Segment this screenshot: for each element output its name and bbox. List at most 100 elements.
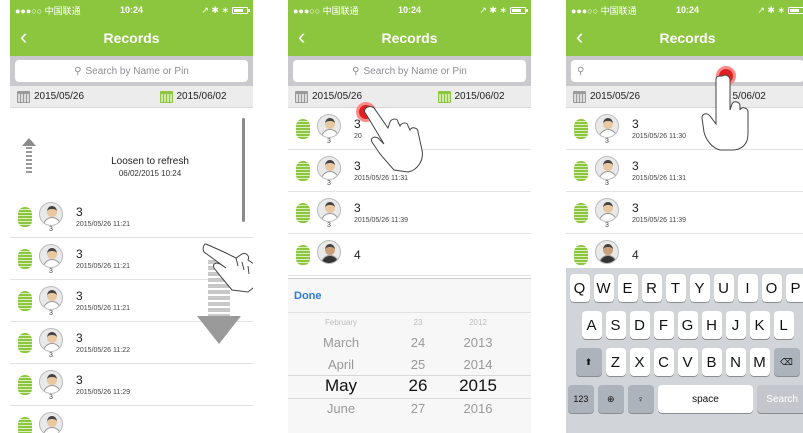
table-row[interactable] xyxy=(10,406,253,433)
end-date-button[interactable]: 2015/06/02 xyxy=(410,90,532,103)
key-f[interactable]: F xyxy=(653,311,674,339)
picker-option[interactable]: 27 xyxy=(411,397,425,419)
picker-wheels[interactable]: February March April May June 23 24 25 2… xyxy=(288,313,531,433)
space-key[interactable]: space xyxy=(657,385,754,413)
picker-option[interactable]: 23 xyxy=(414,313,423,331)
key-m[interactable]: M xyxy=(749,348,770,376)
picker-option[interactable]: 25 xyxy=(411,353,425,375)
avatar: 3 xyxy=(595,155,621,187)
search-icon: ⚲ xyxy=(74,65,82,77)
key-o[interactable]: O xyxy=(761,274,782,302)
fingerprint-icon xyxy=(18,332,32,353)
picker-option[interactable]: March xyxy=(323,331,359,353)
key-r[interactable]: R xyxy=(641,274,662,302)
end-date-button[interactable]: 2015/06/02 xyxy=(132,90,254,103)
key-a[interactable]: A xyxy=(581,311,602,339)
table-row[interactable]: 3 3 2015/05/26 11:29 xyxy=(10,364,253,406)
key-i[interactable]: I xyxy=(737,274,758,302)
start-date-button[interactable]: 2015/05/26 xyxy=(10,90,132,103)
month-wheel[interactable]: February March April May June xyxy=(306,313,376,433)
key-l[interactable]: L xyxy=(773,311,794,339)
key-n[interactable]: N xyxy=(725,348,746,376)
key-d[interactable]: D xyxy=(629,311,650,339)
table-row[interactable]: 3 3 2015/05/26 11:39 xyxy=(566,192,803,234)
fingerprint-icon xyxy=(18,290,32,311)
calendar-icon xyxy=(573,90,586,103)
fingerprint-icon xyxy=(296,244,310,265)
key-t[interactable]: T xyxy=(665,274,686,302)
key-e[interactable]: E xyxy=(617,274,638,302)
back-chevron-icon[interactable]: ‹ xyxy=(298,26,305,48)
back-chevron-icon[interactable]: ‹ xyxy=(20,26,27,48)
picker-option[interactable]: June xyxy=(327,397,355,419)
key-u[interactable]: U xyxy=(713,274,734,302)
calendar-icon xyxy=(437,90,451,103)
table-row[interactable]: 3 3 2015/05/26 11:30 xyxy=(566,108,803,150)
avatar: 3 xyxy=(39,327,65,359)
record-time: 2015/05/26 11:31 xyxy=(632,175,686,182)
key-g[interactable]: G xyxy=(677,311,698,339)
key-s[interactable]: S xyxy=(605,311,626,339)
on-screen-keyboard[interactable]: Q W E R T Y U I O P A S D F G H J K L ⬆ … xyxy=(566,268,803,433)
battery-icon xyxy=(788,6,803,14)
search-input-focused[interactable]: ⚲ xyxy=(571,60,803,82)
delete-key-icon[interactable]: ⌫ xyxy=(773,348,800,376)
status-bar: ●●●○○ 中国联通 10:24 ↗ ✱ ∗ xyxy=(10,0,253,20)
key-h[interactable]: H xyxy=(701,311,722,339)
key-x[interactable]: X xyxy=(629,348,650,376)
key-v[interactable]: V xyxy=(677,348,698,376)
table-row[interactable]: 4 xyxy=(288,234,531,276)
start-date-button[interactable]: 2015/05/26 xyxy=(288,90,410,103)
start-date-button[interactable]: 2015/05/26 xyxy=(566,90,688,103)
record-name: 3 xyxy=(632,201,639,215)
search-input[interactable]: ⚲ Search by Name or Pin xyxy=(15,60,248,82)
key-q[interactable]: Q xyxy=(569,274,590,302)
picker-option[interactable]: February xyxy=(325,313,357,331)
picker-option[interactable]: 2013 xyxy=(464,331,493,353)
picker-option-selected[interactable]: 2015 xyxy=(459,375,497,397)
key-c[interactable]: C xyxy=(653,348,674,376)
search-key[interactable]: Search xyxy=(757,385,803,413)
globe-key-icon[interactable]: ⊕ xyxy=(597,385,624,413)
date-picker[interactable]: Done February March April May June 23 24… xyxy=(288,278,531,433)
shift-key-icon[interactable]: ⬆ xyxy=(575,348,602,376)
key-y[interactable]: Y xyxy=(689,274,710,302)
picker-option-selected[interactable]: 26 xyxy=(409,375,428,397)
date-range-bar: 2015/05/26 5/06/02 xyxy=(566,86,803,108)
key-z[interactable]: Z xyxy=(605,348,626,376)
picker-option[interactable]: 2012 xyxy=(469,313,487,331)
numbers-key[interactable]: 123 xyxy=(567,385,594,413)
pull-to-refresh-area: Loosen to refresh 06/02/2015 10:24 xyxy=(10,108,253,196)
record-time: 2015/05/26 11:21 xyxy=(76,221,130,228)
refresh-up-arrow-icon xyxy=(22,138,36,176)
picker-option[interactable]: April xyxy=(328,353,354,375)
table-row[interactable]: 3 3 2015/05/26 11:31 xyxy=(566,150,803,192)
picker-option-selected[interactable]: May xyxy=(325,375,357,397)
record-pin: 3 xyxy=(327,221,331,229)
phone-screen-pull-to-refresh: ●●●○○ 中国联通 10:24 ↗ ✱ ∗ ‹ Records ⚲ Searc… xyxy=(10,0,253,433)
key-p[interactable]: P xyxy=(785,274,803,302)
year-wheel[interactable]: 2012 2013 2014 2015 2016 xyxy=(448,313,508,433)
start-date-label: 2015/05/26 xyxy=(590,91,641,102)
fingerprint-icon xyxy=(18,416,32,433)
search-input[interactable]: ⚲ Search by Name or Pin xyxy=(293,60,526,82)
hand-gesture-icon xyxy=(202,243,253,293)
table-row[interactable]: 3 3 2015/05/26 11:39 xyxy=(288,192,531,234)
record-name: 4 xyxy=(354,247,361,262)
picker-option[interactable]: 24 xyxy=(411,331,425,353)
microphone-key-icon[interactable]: ♀ xyxy=(627,385,654,413)
key-b[interactable]: B xyxy=(701,348,722,376)
done-button[interactable]: Done xyxy=(294,290,322,302)
key-j[interactable]: J xyxy=(725,311,746,339)
record-time: 2015/05/26 11:21 xyxy=(76,305,130,312)
day-wheel[interactable]: 23 24 25 26 27 xyxy=(398,313,438,433)
picker-option[interactable]: 2016 xyxy=(464,397,493,419)
back-chevron-icon[interactable]: ‹ xyxy=(576,26,583,48)
record-time: 2015/05/26 11:39 xyxy=(354,217,408,224)
picker-option[interactable]: 2014 xyxy=(464,353,493,375)
status-bar: ●●●○○ 中国联通 10:24 ↗ ✱ ∗ xyxy=(566,0,803,20)
clock: 10:24 xyxy=(397,5,422,15)
key-w[interactable]: W xyxy=(593,274,614,302)
key-k[interactable]: K xyxy=(749,311,770,339)
avatar: 3 xyxy=(39,369,65,401)
